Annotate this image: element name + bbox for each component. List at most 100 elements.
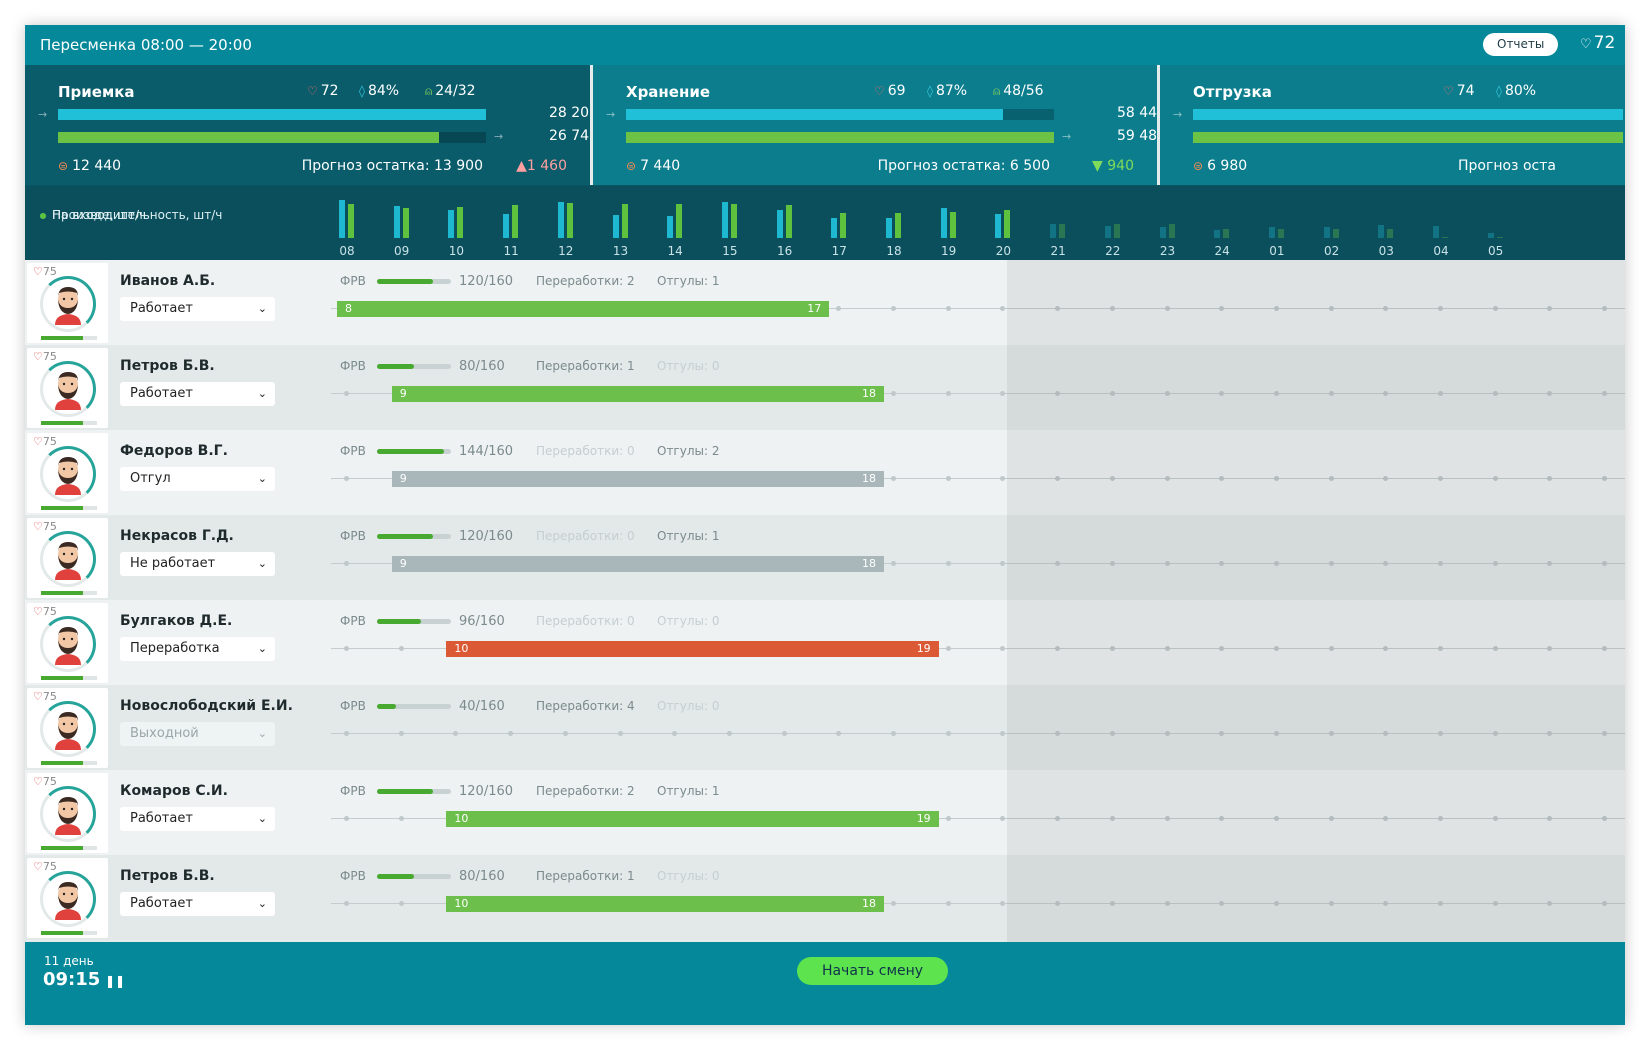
shift-bar[interactable]: 10 19 <box>446 811 939 827</box>
start-shift-button[interactable]: Начать смену <box>797 957 948 985</box>
employee-card[interactable]: ♡75 <box>27 773 108 853</box>
employee-card[interactable]: ♡75 <box>27 603 108 683</box>
timeline-dot <box>1438 476 1443 481</box>
input-bar <box>58 109 486 120</box>
employee-card[interactable]: ♡75 <box>27 433 108 513</box>
timeline-dot <box>1055 901 1061 906</box>
status-select[interactable]: Выходной ⌄ <box>120 722 275 746</box>
frv-track <box>377 789 451 794</box>
bar-input <box>831 218 838 238</box>
timeline-dot <box>1273 561 1279 566</box>
timeline-dot <box>781 731 787 736</box>
bar-input <box>1378 225 1385 238</box>
timeline-dot <box>1547 731 1553 736</box>
forecast-delta: ▼ 940 <box>1092 158 1134 174</box>
timeline-dot <box>891 901 896 906</box>
timeline-dot <box>1492 561 1498 566</box>
department-panel[interactable]: Приемка ♡72 ◊84% ⍝24/32 → → 28 200 26 740 ⊜12 44… <box>25 65 590 185</box>
drop-icon: ◊ <box>359 84 365 98</box>
employee-list[interactable]: ♡75 Иванов А.Б. Работает ⌄ ФРВ 120/160 Перераб… <box>25 260 1625 942</box>
employee-card[interactable]: ♡75 <box>27 348 108 428</box>
days-off-count: Отгулы: 0 <box>657 359 720 373</box>
status-value: Не работает <box>130 556 216 571</box>
heart-icon: ♡ <box>33 265 43 278</box>
status-select[interactable]: Работает ⌄ <box>120 807 275 831</box>
timeline-dot <box>1383 306 1389 311</box>
employee-card[interactable]: ♡75 <box>27 688 108 768</box>
shift-end: 17 <box>807 302 822 315</box>
health-bar <box>41 761 97 765</box>
timeline-dot <box>1602 306 1608 311</box>
status-select[interactable]: Не работает ⌄ <box>120 552 275 576</box>
employee-row[interactable]: ♡75 Федоров В.Г. Отгул ⌄ ФРВ 144/160 Переработ… <box>25 430 1625 515</box>
timeline-dot <box>1164 646 1170 651</box>
shift-bar[interactable]: 10 19 <box>446 641 939 657</box>
shift-bar[interactable]: 10 18 <box>446 896 884 912</box>
overtime-count: Переработки: 1 <box>536 359 635 373</box>
health-bar <box>41 336 97 340</box>
status-select[interactable]: Работает ⌄ <box>120 382 275 406</box>
shift-bar[interactable]: 9 18 <box>391 556 884 572</box>
overtime-count: Переработки: 0 <box>536 529 635 543</box>
employee-row[interactable]: ♡75 Булгаков Д.Е. Переработка ⌄ ФРВ 96/160 Пер… <box>25 600 1625 685</box>
bar-input <box>721 202 728 238</box>
employee-row[interactable]: ♡75 Петров Б.В. Работает ⌄ ФРВ 80/160 Перерабо… <box>25 855 1625 940</box>
bar-productivity <box>1496 237 1503 238</box>
timeline-dot <box>1438 901 1443 906</box>
frv-track <box>377 364 451 369</box>
timeline-dot <box>1273 391 1279 396</box>
employee-row[interactable]: ♡75 Некрасов Г.Д. Не работает ⌄ ФРВ 120/160 Пе… <box>25 515 1625 600</box>
box-icon: ⊜ <box>58 159 69 173</box>
frv-label: ФРВ <box>340 614 366 628</box>
shift-bar[interactable]: 8 17 <box>337 301 830 317</box>
timeline-dot <box>344 901 349 906</box>
status-select[interactable]: Отгул ⌄ <box>120 467 275 491</box>
bar-productivity <box>566 203 573 238</box>
timeline-dot <box>1109 646 1115 651</box>
employee-health: ♡75 <box>33 690 57 703</box>
avatar-icon <box>55 542 81 580</box>
person-icon: ⍝ <box>993 84 1001 98</box>
bar-productivity <box>1113 224 1120 238</box>
heart-icon: ♡ <box>33 690 43 703</box>
hourly-chart: На входе, шт/ч Производительность, шт/ч … <box>25 185 1625 260</box>
health-bar <box>41 931 97 935</box>
shift-start: 9 <box>399 557 407 570</box>
employee-card[interactable]: ♡75 <box>27 518 108 598</box>
timeline-dot <box>945 306 951 311</box>
pause-icon[interactable]: ❚❚ <box>105 974 125 988</box>
status-select[interactable]: Работает ⌄ <box>120 297 275 321</box>
reports-button[interactable]: Отчеты <box>1483 33 1559 56</box>
output-bar <box>58 132 439 143</box>
health-bar <box>41 676 97 680</box>
employee-row[interactable]: ♡75 Иванов А.Б. Работает ⌄ ФРВ 120/160 Перераб… <box>25 260 1625 345</box>
timeline-dot <box>344 391 349 396</box>
employee-row[interactable]: ♡75 Комаров С.И. Работает ⌄ ФРВ 120/160 Перера… <box>25 770 1625 855</box>
arrow-out-icon: → <box>494 130 504 143</box>
employee-card[interactable]: ♡75 <box>27 858 108 938</box>
shift-bar[interactable]: 9 18 <box>391 471 884 487</box>
bar-productivity <box>1223 229 1230 238</box>
timeline-dot <box>1383 816 1389 821</box>
employee-row[interactable]: ♡75 Новослободский Е.И. Выходной ⌄ ФРВ 40/160… <box>25 685 1625 770</box>
timeline-dot <box>1383 646 1389 651</box>
timeline-dot <box>945 646 951 651</box>
shift-bar[interactable]: 9 18 <box>391 386 884 402</box>
timeline-dot <box>1164 391 1170 396</box>
status-select[interactable]: Переработка ⌄ <box>120 637 275 661</box>
timeline-dot <box>1602 391 1608 396</box>
status-select[interactable]: Работает ⌄ <box>120 892 275 916</box>
health-fill <box>41 676 83 680</box>
shift-start: 9 <box>399 387 407 400</box>
timeline-dot <box>1602 476 1608 481</box>
bar-input <box>1487 233 1494 238</box>
employee-card[interactable]: ♡75 <box>27 263 108 343</box>
frv-label: ФРВ <box>340 359 366 373</box>
days-off-count: Отгулы: 0 <box>657 614 720 628</box>
frv-track <box>377 619 451 624</box>
department-panel[interactable]: Хранение ♡69 ◊87% ⍝48/56 → → 58 440 59 480 ⊜7 44… <box>593 65 1157 185</box>
timeline-dot <box>1547 476 1553 481</box>
department-panel[interactable]: Отгрузка ♡ 74 ◊ 80% → ⊜ 6 980 Прогноз оста <box>1160 65 1625 185</box>
employee-row[interactable]: ♡75 Петров Б.В. Работает ⌄ ФРВ 80/160 Перерабо… <box>25 345 1625 430</box>
timeline-dot <box>344 816 349 821</box>
